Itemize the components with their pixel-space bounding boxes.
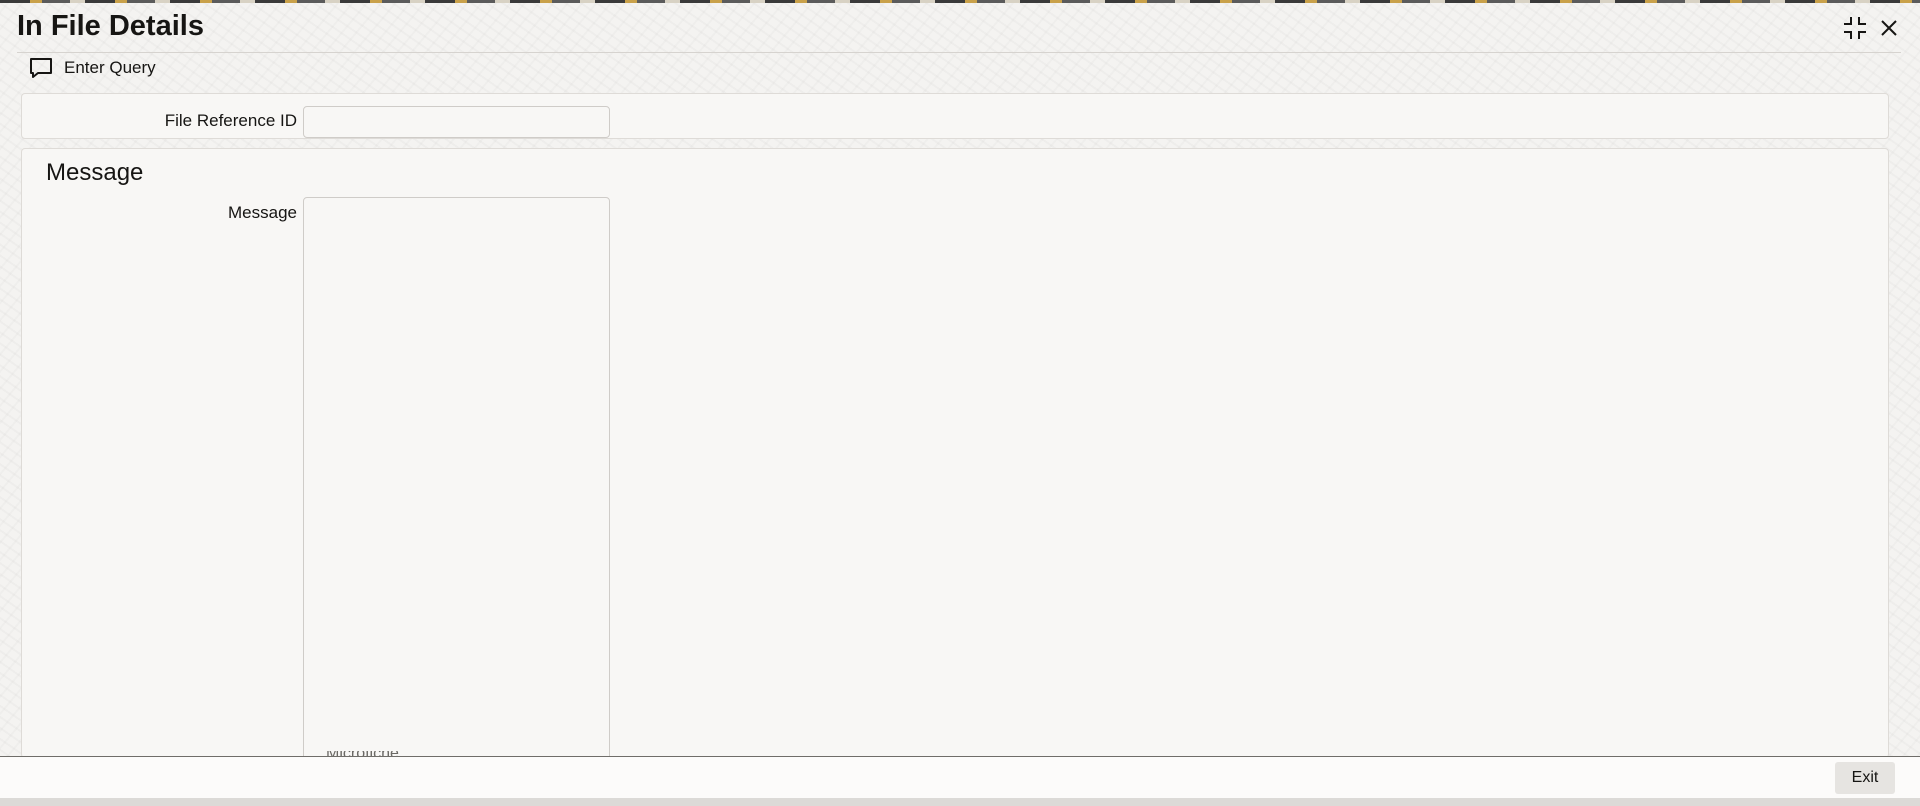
- enter-query-button[interactable]: Enter Query: [28, 55, 156, 81]
- enter-query-label: Enter Query: [64, 58, 156, 77]
- message-label: Message: [228, 203, 297, 222]
- bottom-scroll-area: [0, 798, 1920, 806]
- collapse-button[interactable]: [1840, 13, 1870, 43]
- page-title: In File Details: [17, 10, 204, 42]
- collapse-icon: [1844, 17, 1866, 39]
- close-icon: [1881, 20, 1897, 36]
- file-reference-panel: File Reference ID: [21, 93, 1889, 139]
- chat-bubble-icon: [30, 58, 52, 78]
- header-divider: [17, 52, 1901, 53]
- close-button[interactable]: [1874, 13, 1904, 43]
- message-textarea[interactable]: [303, 197, 610, 758]
- message-panel: Message Message Microfiche: [21, 148, 1889, 758]
- file-reference-id-input[interactable]: [303, 106, 610, 138]
- exit-button[interactable]: Exit: [1835, 762, 1895, 794]
- file-reference-id-label: File Reference ID: [164, 111, 297, 130]
- header-decoration: [0, 0, 1920, 3]
- section-title-message: Message: [46, 159, 144, 186]
- footer-bar: [0, 756, 1920, 799]
